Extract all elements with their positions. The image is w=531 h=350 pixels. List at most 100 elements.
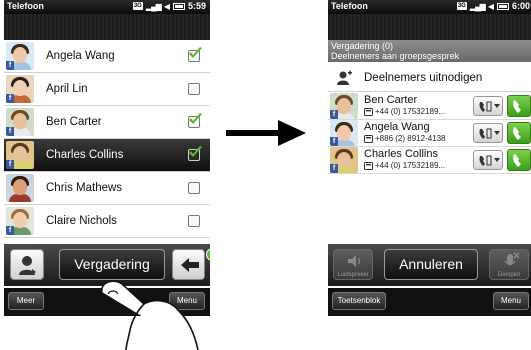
dropdown-arrow-icon	[494, 104, 500, 108]
participant-number-row: +44 (0) 17532189...	[364, 107, 445, 116]
speaker-label: Luidspreker	[337, 272, 369, 278]
avatar-face	[337, 152, 351, 168]
invite-participants-label: Deelnemers uitnodigen	[364, 72, 483, 84]
softkey-menu[interactable]: Menu	[493, 292, 529, 310]
network-3g-icon: 3G	[132, 2, 143, 10]
contact-row[interactable]: f Charles Collins	[4, 139, 210, 172]
phone-type-icon	[364, 161, 373, 170]
action-bar: Luidspreker Annuleren Dempen	[328, 244, 531, 286]
mute-label: Dempen	[497, 272, 521, 278]
facebook-icon: f	[6, 61, 14, 70]
add-person-icon	[337, 70, 352, 85]
avatar-face	[13, 146, 27, 162]
phone-split-icon	[479, 101, 492, 112]
contact-row[interactable]: f Angela Wang	[4, 40, 210, 73]
private-call-button[interactable]	[473, 150, 503, 170]
avatar: f	[6, 108, 34, 136]
checkmark-icon	[189, 113, 202, 124]
avatar-body	[9, 194, 31, 202]
avatar: f	[6, 141, 34, 169]
avatar-face	[13, 47, 27, 63]
facebook-icon: f	[6, 160, 14, 169]
participant-row[interactable]: f Angela Wang +886 (2) 8912-4138	[328, 120, 531, 147]
avatar: f	[6, 207, 34, 235]
participant-number: +44 (0) 17532189...	[375, 161, 446, 170]
phone-type-icon	[364, 134, 373, 143]
invite-participants-row[interactable]: Deelnemers uitnodigen	[328, 64, 531, 92]
status-time: 5:59	[187, 1, 206, 11]
contacts-button[interactable]	[10, 249, 44, 280]
conference-subtitle: Deelnemers aan groepsgesprek	[331, 51, 460, 61]
contact-row[interactable]: f Ben Carter	[4, 106, 210, 139]
phone-split-icon	[479, 155, 492, 166]
call-button[interactable]	[507, 149, 531, 171]
private-call-button[interactable]	[473, 123, 503, 143]
avatar-face	[13, 80, 27, 96]
participant-number: +886 (2) 8912-4138	[375, 134, 446, 143]
participant-name: Ben Carter	[364, 94, 418, 106]
contact-checkbox[interactable]	[188, 182, 200, 194]
contact-row[interactable]: f Claire Nichols	[4, 205, 210, 238]
contact-name: Chris Mathews	[46, 182, 123, 194]
status-icons: 3G ▂▄▆ ◀ 5:59	[132, 1, 206, 11]
conference-count-badge: 3	[206, 248, 210, 261]
dropdown-arrow-icon	[494, 158, 500, 162]
status-icons: 3G ▂▄▆ ◀ 6:00	[456, 1, 530, 11]
contact-row[interactable]: Chris Mathews	[4, 172, 210, 205]
call-button[interactable]	[507, 122, 531, 144]
facebook-icon: f	[330, 110, 338, 119]
status-title: Telefoon	[331, 1, 368, 11]
battery-icon	[172, 2, 185, 10]
volume-icon: ◀	[487, 1, 494, 11]
contact-row[interactable]: f April Lin	[4, 73, 210, 106]
checkmark-icon	[189, 146, 202, 157]
facebook-icon: f	[6, 127, 14, 136]
avatar-face	[337, 98, 351, 114]
phone-handset-icon	[513, 127, 521, 140]
cancel-button[interactable]: Annuleren	[384, 249, 478, 280]
signal-icon: ▂▄▆	[469, 1, 486, 11]
dropdown-arrow-icon	[494, 131, 500, 135]
phone-screen-conference: Telefoon 3G ▂▄▆ ◀ 6:00 Vergadering (0) D…	[328, 0, 531, 316]
status-bar: Telefoon 3G ▂▄▆ ◀ 5:59	[4, 0, 210, 14]
participant-row[interactable]: f Ben Carter +44 (0) 17532189...	[328, 93, 531, 120]
avatar: f	[6, 75, 34, 103]
speaker-button[interactable]: Luidspreker	[333, 249, 373, 280]
participant-row[interactable]: f Charles Collins +44 (0) 17532189...	[328, 147, 531, 174]
contact-name: April Lin	[46, 83, 88, 95]
avatar: f	[330, 120, 358, 146]
facebook-icon: f	[330, 164, 338, 173]
contact-checkbox[interactable]	[188, 83, 200, 95]
call-button[interactable]	[507, 95, 531, 117]
phone-screen-contacts: Telefoon 3G ▂▄▆ ◀ 5:59 f Angela Wang f Apri…	[4, 0, 210, 316]
mute-button[interactable]: Dempen	[489, 249, 529, 280]
contact-name: Claire Nichols	[46, 215, 117, 227]
participant-number-row: +44 (0) 17532189...	[364, 161, 445, 170]
avatar: f	[6, 42, 34, 70]
phone-handset-icon	[513, 100, 521, 113]
status-bar: Telefoon 3G ▂▄▆ ◀ 6:00	[328, 0, 531, 14]
facebook-icon: f	[6, 226, 14, 235]
avatar-face	[337, 125, 351, 141]
speaker-icon	[348, 255, 361, 267]
person-icon	[19, 256, 36, 275]
network-3g-icon: 3G	[456, 2, 467, 10]
avatar	[6, 174, 34, 202]
facebook-icon: f	[330, 137, 338, 146]
contact-checkbox[interactable]	[188, 215, 200, 227]
phone-handset-icon	[513, 154, 521, 167]
private-call-button[interactable]	[473, 96, 503, 116]
softkey-more[interactable]: Meer	[8, 292, 44, 310]
softkey-keypad[interactable]: Toetsenblok	[332, 292, 386, 310]
avatar-face	[13, 212, 27, 228]
contact-name: Charles Collins	[46, 149, 124, 161]
battery-icon	[496, 2, 509, 10]
avatar-face	[13, 179, 27, 195]
conference-title: Vergadering (0)	[331, 41, 394, 51]
phone-split-icon	[479, 128, 492, 139]
participant-number-row: +886 (2) 8912-4138	[364, 134, 446, 143]
status-title: Telefoon	[7, 1, 44, 11]
tapping-hand-icon	[101, 280, 199, 350]
participant-number: +44 (0) 17532189...	[375, 107, 446, 116]
avatar-face	[13, 113, 27, 129]
